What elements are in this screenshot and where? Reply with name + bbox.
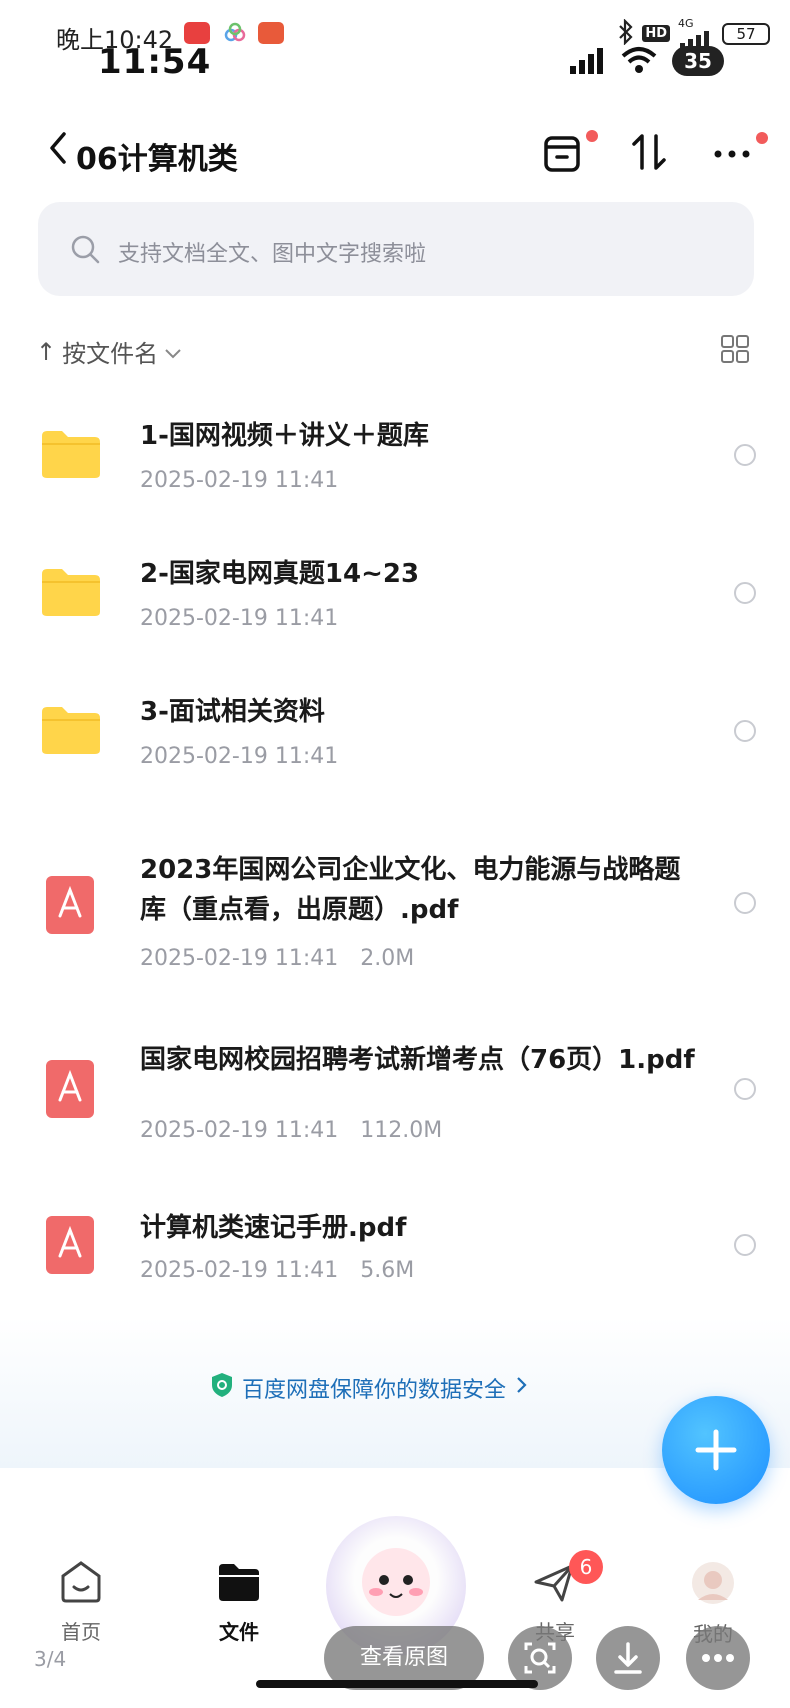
file-name: 2023年国网公司企业文化、电力能源与战略题库（重点看，出原题）.pdf xyxy=(140,855,681,925)
status-indicators: HD 4G 57 xyxy=(618,17,770,49)
chevron-left-icon xyxy=(50,132,66,164)
folder-icon xyxy=(42,707,100,754)
bluetooth-icon xyxy=(618,17,634,49)
file-date: 2025-02-19 11:41 xyxy=(140,1118,339,1143)
search-bar[interactable]: 支持文档全文、图中文字搜索啦 xyxy=(38,202,754,296)
status-pill: 35 xyxy=(672,46,724,76)
home-indicator xyxy=(256,1680,538,1688)
app-notification-icon-2 xyxy=(258,22,284,44)
safety-text: 百度网盘保障你的数据安全 xyxy=(242,1378,507,1403)
download-button[interactable] xyxy=(596,1626,660,1690)
home-icon xyxy=(61,1561,101,1603)
file-row[interactable]: 计算机类速记手册.pdf 2025-02-19 11:41 5.6M xyxy=(0,1208,790,1298)
signal-icon: 4G xyxy=(678,18,714,49)
sort-order-button[interactable] xyxy=(628,130,672,174)
folder-icon xyxy=(42,569,100,616)
folder-icon xyxy=(219,1564,259,1601)
viewer-more-button[interactable] xyxy=(686,1626,750,1690)
file-size: 5.6M xyxy=(360,1258,415,1283)
file-meta: 2025-02-19 11:41 xyxy=(140,744,360,769)
select-radio[interactable] xyxy=(734,1234,756,1256)
shield-icon xyxy=(210,1372,234,1404)
file-row[interactable]: 1-国网视频＋讲义＋题库 2025-02-19 11:41 xyxy=(0,410,790,510)
inbox-icon xyxy=(544,136,580,172)
more-dots-icon xyxy=(714,150,750,158)
plus-icon xyxy=(695,1429,737,1471)
tab-home-label: 首页 xyxy=(61,1620,101,1644)
file-name: 1-国网视频＋讲义＋题库 xyxy=(140,421,429,451)
wifi-icon xyxy=(620,46,658,78)
grid-icon xyxy=(721,335,749,363)
file-row[interactable]: 国家电网校园招聘考试新增考点（76页）1.pdf 2025-02-19 11:4… xyxy=(0,1036,790,1146)
file-date: 2025-02-19 11:41 xyxy=(140,468,339,493)
download-icon xyxy=(614,1642,642,1674)
file-row[interactable]: 2-国家电网真题14~23 2025-02-19 11:41 xyxy=(0,548,790,648)
select-radio[interactable] xyxy=(734,444,756,466)
share-badge: 6 xyxy=(569,1550,603,1584)
transfer-list-button[interactable] xyxy=(542,130,586,174)
add-button[interactable] xyxy=(662,1396,770,1504)
notification-dot-more xyxy=(756,132,768,144)
data-safety-link[interactable]: 百度网盘保障你的数据安全 xyxy=(210,1372,528,1404)
file-name: 国家电网校园招聘考试新增考点（76页）1.pdf xyxy=(140,1045,695,1075)
image-pager: 3/4 xyxy=(34,1647,67,1671)
select-radio[interactable] xyxy=(734,892,756,914)
search-icon xyxy=(70,234,100,264)
status-time: 11:54 xyxy=(98,42,212,82)
select-radio[interactable] xyxy=(734,582,756,604)
pdf-file-icon xyxy=(46,876,94,934)
file-meta: 2025-02-19 11:41 5.6M xyxy=(140,1258,436,1283)
file-size: 112.0M xyxy=(360,1118,443,1143)
pdf-file-icon xyxy=(46,1216,94,1274)
page-title: 06计算机类 xyxy=(76,142,238,177)
cellular-signal-icon xyxy=(568,48,608,78)
select-radio[interactable] xyxy=(734,1078,756,1100)
file-meta: 2025-02-19 11:41 xyxy=(140,606,360,631)
tab-files[interactable]: 文件 xyxy=(194,1560,284,1645)
file-name: 3-面试相关资料 xyxy=(140,697,325,727)
more-dots-icon xyxy=(702,1654,734,1662)
search-placeholder: 支持文档全文、图中文字搜索啦 xyxy=(118,242,427,267)
file-date: 2025-02-19 11:41 xyxy=(140,946,339,971)
tab-home[interactable]: 首页 xyxy=(36,1560,126,1645)
chevron-right-icon xyxy=(514,1375,528,1401)
network-label: 4G xyxy=(678,17,694,30)
grid-view-button[interactable] xyxy=(720,334,750,364)
sort-arrows-icon xyxy=(632,134,666,170)
sort-by-name-dropdown[interactable]: ↑ 按文件名 xyxy=(36,334,182,369)
notification-dot xyxy=(586,130,598,142)
file-date: 2025-02-19 11:41 xyxy=(140,606,339,631)
folder-icon xyxy=(42,431,100,478)
file-meta: 2025-02-19 11:41 112.0M xyxy=(140,1118,464,1143)
pdf-file-icon xyxy=(46,1060,94,1118)
hd-icon: HD xyxy=(642,25,670,42)
app-notification-icon xyxy=(184,22,210,44)
more-button[interactable] xyxy=(712,130,756,174)
sort-label: 按文件名 xyxy=(62,340,159,368)
file-meta: 2025-02-19 11:41 xyxy=(140,468,360,493)
chevron-down-icon xyxy=(164,338,182,366)
back-button[interactable] xyxy=(44,128,74,168)
file-name: 计算机类速记手册.pdf xyxy=(140,1213,407,1243)
file-date: 2025-02-19 11:41 xyxy=(140,744,339,769)
tab-files-label: 文件 xyxy=(219,1620,259,1644)
file-date: 2025-02-19 11:41 xyxy=(140,1258,339,1283)
battery-indicator: 57 xyxy=(722,22,770,45)
file-size: 2.0M xyxy=(360,946,415,971)
file-row[interactable]: 2023年国网公司企业文化、电力能源与战略题库（重点看，出原题）.pdf 202… xyxy=(0,846,790,976)
select-radio[interactable] xyxy=(734,720,756,742)
cloud-icon xyxy=(222,22,248,44)
file-meta: 2025-02-19 11:41 2.0M xyxy=(140,946,436,971)
file-row[interactable]: 3-面试相关资料 2025-02-19 11:41 xyxy=(0,686,790,786)
file-name: 2-国家电网真题14~23 xyxy=(140,559,420,589)
user-avatar-icon xyxy=(692,1562,734,1604)
arrow-up-icon: ↑ xyxy=(36,337,57,366)
